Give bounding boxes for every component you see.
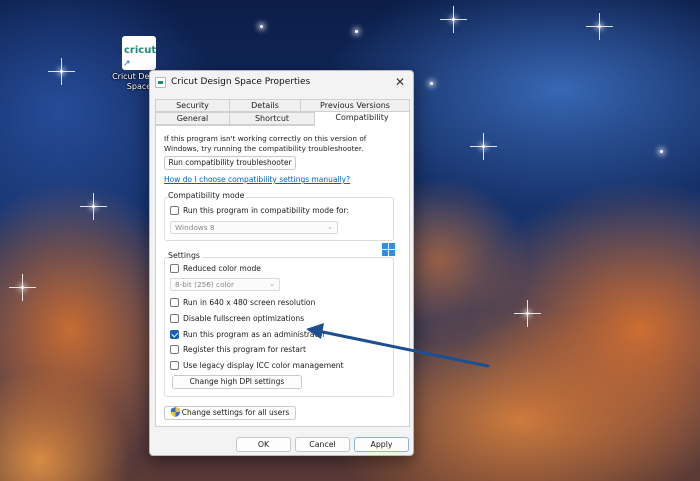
- compat-mode-checkbox[interactable]: [170, 206, 179, 215]
- compatibility-mode-label: Compatibility mode: [168, 191, 247, 200]
- uac-shield-icon: [170, 407, 180, 417]
- star-decoration: [514, 300, 541, 327]
- star-decoration: [80, 193, 107, 220]
- tab-shortcut[interactable]: Shortcut: [229, 112, 315, 125]
- chevron-down-icon: ⌄: [327, 223, 333, 231]
- change-dpi-button[interactable]: Change high DPI settings: [172, 375, 302, 389]
- settings-label: Settings: [168, 251, 202, 260]
- windowsclub-logo-icon: [382, 243, 395, 256]
- resolution-label: Run in 640 x 480 screen resolution: [183, 298, 316, 307]
- change-all-users-label: Change settings for all users: [181, 408, 290, 417]
- color-depth-select-value: 8-bit (256) color: [175, 280, 235, 289]
- cricut-logo-text: cricut: [124, 45, 157, 56]
- compat-mode-checkbox-label: Run this program in compatibility mode f…: [183, 206, 350, 215]
- star-decoration: [9, 274, 36, 301]
- star-decoration: [440, 6, 467, 33]
- tab-general[interactable]: General: [155, 112, 230, 125]
- legacy-icc-checkbox[interactable]: [170, 361, 179, 370]
- legacy-icc-label: Use legacy display ICC color management: [183, 361, 344, 370]
- star-decoration: [586, 13, 613, 40]
- fullscreen-opt-label: Disable fullscreen optimizations: [183, 314, 305, 323]
- star-decoration: [660, 150, 663, 153]
- star-decoration: [260, 25, 263, 28]
- register-restart-label: Register this program for restart: [183, 345, 306, 354]
- watermark-line1: The: [298, 241, 323, 257]
- close-button[interactable]: ✕: [391, 74, 409, 91]
- cancel-button[interactable]: Cancel: [295, 437, 350, 452]
- dialog-titlebar: Cricut Design Space Properties ✕: [150, 71, 413, 95]
- cricut-app-icon: cricut ↗: [122, 36, 156, 70]
- dialog-title: Cricut Design Space Properties: [171, 77, 311, 87]
- star-decoration: [355, 30, 358, 33]
- ok-button[interactable]: OK: [236, 437, 291, 452]
- star-decoration: [48, 58, 75, 85]
- chevron-down-icon: ⌄: [269, 280, 275, 288]
- tab-compatibility[interactable]: Compatibility: [314, 111, 410, 126]
- compat-os-select[interactable]: Windows 8 ⌄: [170, 221, 338, 234]
- app-title-icon: [155, 77, 166, 88]
- reduced-color-label: Reduced color mode: [183, 264, 261, 273]
- star-decoration: [470, 133, 497, 160]
- compatibility-mode-group: [164, 197, 394, 241]
- run-troubleshooter-button[interactable]: Run compatibility troubleshooter: [164, 156, 296, 170]
- intro-text: If this program isn't working correctly …: [164, 134, 367, 153]
- tab-details[interactable]: Details: [229, 99, 301, 112]
- apply-button[interactable]: Apply: [354, 437, 409, 452]
- change-all-users-button[interactable]: Change settings for all users: [164, 406, 296, 420]
- fullscreen-opt-checkbox[interactable]: [170, 314, 179, 323]
- run-as-admin-label: Run this program as an administrator: [183, 330, 326, 339]
- star-decoration: [430, 82, 433, 85]
- register-restart-checkbox[interactable]: [170, 345, 179, 354]
- compat-os-select-value: Windows 8: [175, 223, 215, 232]
- watermark-line2: WindowsClub: [298, 257, 384, 273]
- shortcut-arrow-icon: ↗: [123, 59, 131, 69]
- run-as-admin-checkbox[interactable]: [170, 330, 179, 339]
- manual-settings-link[interactable]: How do I choose compatibility settings m…: [164, 175, 350, 184]
- color-depth-select[interactable]: 8-bit (256) color ⌄: [170, 278, 280, 291]
- resolution-checkbox[interactable]: [170, 298, 179, 307]
- reduced-color-checkbox[interactable]: [170, 264, 179, 273]
- thewindowsclub-watermark: The WindowsClub: [298, 241, 395, 273]
- tab-security[interactable]: Security: [155, 99, 230, 112]
